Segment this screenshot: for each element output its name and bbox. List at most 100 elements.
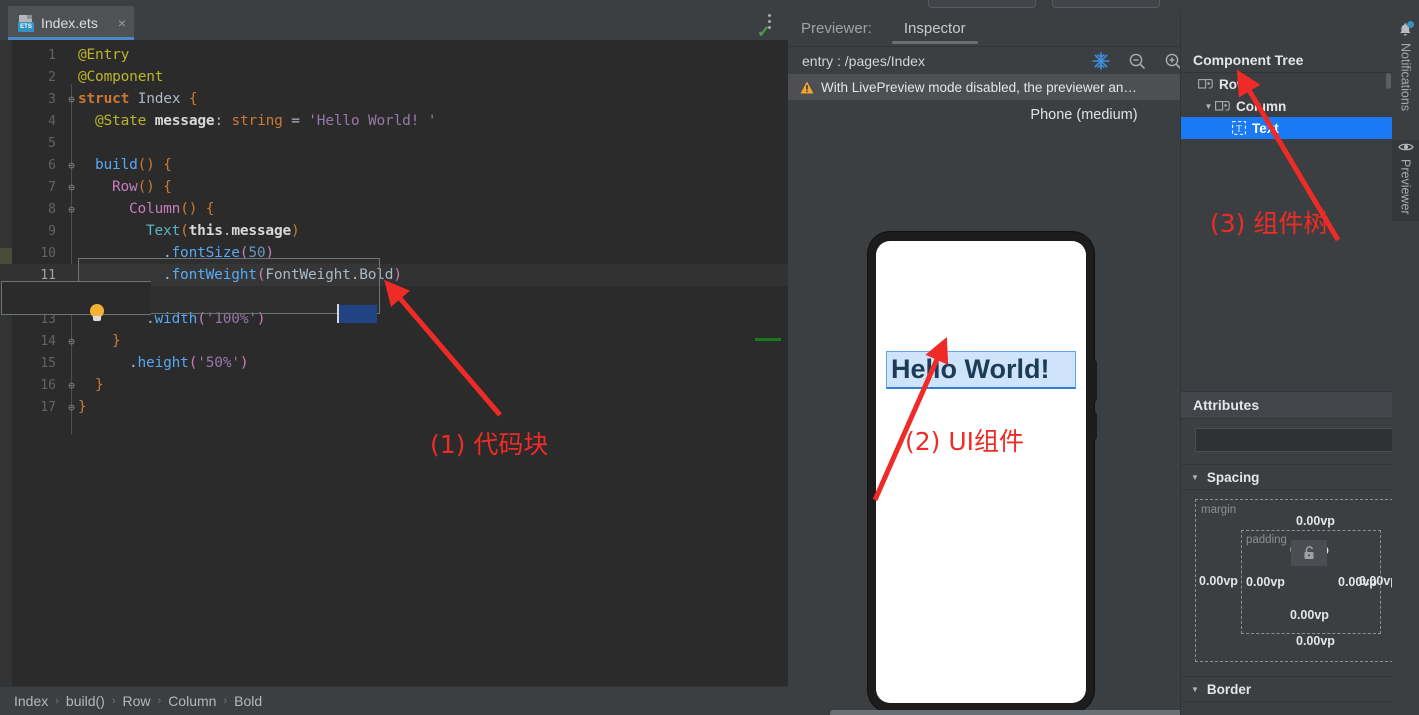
margin-top-value[interactable]: 0.00vp [1296,514,1335,528]
phone-power-button [1093,360,1097,402]
breadcrumb-item[interactable]: build() [66,693,105,709]
breadcrumb-item[interactable]: Index [14,693,48,709]
tree-node-row[interactable]: Row [1181,73,1393,95]
fold-toggle-icon[interactable]: ⊖ [66,93,77,106]
line-number: 4 [48,113,56,129]
code-line[interactable]: 4 @State message: string = 'Hello World! … [0,110,788,132]
toolbar-button-right[interactable] [1052,0,1160,8]
line-number: 3 [48,91,56,107]
component-tree-header: Component Tree [1181,47,1393,73]
code-line[interactable]: 1 @Entry [0,44,788,66]
code-line[interactable]: 17 ⊖} [0,396,788,418]
code-text: } [112,333,121,349]
code-text: Row() { [112,179,172,195]
inspection-status-ok-icon[interactable]: ✓ [757,22,770,42]
tab-inspector[interactable]: Inspector [891,10,978,46]
section-border-label: Border [1206,681,1252,697]
padding-left-value[interactable]: 0.00vp [1246,575,1285,589]
code-line[interactable]: 6 ⊖ build() { [0,154,788,176]
line-number: 15 [40,355,56,371]
zoom-out-icon[interactable] [1126,50,1148,72]
phone-screen[interactable]: Hello World! [876,241,1086,703]
code-line[interactable]: 9 Text(this.message) [0,220,788,242]
lightbulb-icon[interactable] [88,304,106,322]
editor-tab-index-ets[interactable]: ETS Index.ets × [8,6,134,40]
breadcrumb-item[interactable]: Column [168,693,216,709]
annotation-3: (3) 组件树 [1210,209,1329,238]
tree-node-label: Text [1252,120,1279,136]
fold-toggle-icon[interactable]: ⊖ [66,159,77,172]
annotation-1: (1) 代码块 [430,430,549,459]
scrollbar-change-marker [755,338,781,341]
code-text: } [78,399,87,415]
code-line[interactable]: 3 ⊖ struct Index { [0,88,788,110]
code-text: Column() { [129,201,215,217]
code-line[interactable]: 16 ⊖} [0,374,788,396]
code-block-highlight [1,258,380,315]
margin-left-value[interactable]: 0.00vp [1199,574,1238,588]
margin-bottom-value[interactable]: 0.00vp [1296,634,1335,648]
section-spacing-label: Spacing [1206,469,1260,485]
code-line[interactable]: 8 ⊖ Column() { [0,198,788,220]
toolwindow-notifications[interactable]: Notifications [1392,21,1419,111]
attributes-search-input[interactable] [1195,428,1393,452]
tree-node-label: Row [1219,76,1248,92]
tree-node-column[interactable]: ▼ Column [1181,95,1393,117]
component-tree: Row ▼ Column T Text [1181,73,1393,139]
snowflake-icon[interactable] [1090,50,1112,72]
fold-toggle-icon[interactable]: ⊖ [66,203,77,216]
phone-preview-frame: Hello World! [868,232,1097,712]
annotation-2: (2) UI组件 [905,427,1025,456]
fold-toggle-icon[interactable]: ⊖ [66,379,77,392]
code-text: Text(this.message) [146,223,300,239]
line-number: 6 [48,157,56,173]
fold-toggle-icon[interactable]: ⊖ [66,335,77,348]
layout-component-icon [1198,77,1213,91]
line-number: 10 [40,245,56,261]
layout-component-icon [1215,99,1230,113]
line-number: 9 [48,223,56,239]
code-line[interactable]: 2 @Component [0,66,788,88]
code-text: } [95,377,104,393]
box-model-diagram: margin 0.00vp 0.00vp 0.00vp 0.00vp paddi… [1195,499,1398,662]
padding-bottom-value[interactable]: 0.00vp [1290,608,1329,622]
phone-volume-button [1093,412,1097,440]
code-line[interactable]: 14 ⊖} [0,330,788,352]
code-text: @Component [78,69,164,85]
toolbar-button-left[interactable] [928,0,1036,8]
tree-node-text[interactable]: T Text [1181,117,1393,139]
eye-icon [1397,143,1414,151]
line-number: 17 [40,399,56,415]
previewer-panel-label: Previewer: [801,19,872,37]
code-line[interactable]: 7 ⊖ Row() { [0,176,788,198]
code-line[interactable]: 15 .height('50%') [0,352,788,374]
line-number: 16 [40,377,56,393]
code-line[interactable]: 5 [0,132,788,154]
text-component-icon: T [1232,121,1246,135]
breadcrumb-separator: › [111,695,116,707]
bell-icon [1398,21,1414,38]
tree-scrollbar[interactable] [1386,73,1391,89]
section-spacing[interactable]: ▼ Spacing [1181,464,1393,490]
chevron-down-icon: ▼ [1191,472,1199,482]
chevron-down-icon[interactable]: ▼ [1202,102,1215,111]
toolwindow-previewer[interactable]: Previewer [1392,140,1419,221]
right-tool-window-bar: Notifications Previewer [1392,0,1419,715]
padding-label: padding [1246,534,1287,546]
warning-triangle-icon [800,81,814,93]
fold-toggle-icon[interactable]: ⊖ [66,401,77,414]
breadcrumb-item[interactable]: Bold [234,693,262,709]
padding-right-value[interactable]: 0.00vp [1338,575,1377,589]
line-number: 7 [48,179,56,195]
breadcrumb-item[interactable]: Row [123,693,151,709]
selected-text-highlight [337,305,377,323]
toolwindow-previewer-label: Previewer [1398,159,1413,215]
warning-message: With LivePreview mode disabled, the prev… [821,79,1137,95]
preview-text-component[interactable]: Hello World! [886,351,1076,389]
close-icon[interactable]: × [118,16,126,30]
unlock-icon[interactable] [1291,540,1327,566]
section-border[interactable]: ▼ Border [1181,676,1393,702]
code-text: build() { [95,157,172,173]
fold-toggle-icon[interactable]: ⊖ [66,181,77,194]
code-area[interactable]: 1 @Entry 2 @Component 3 ⊖ struct Index {4 @Stat… [0,40,788,686]
